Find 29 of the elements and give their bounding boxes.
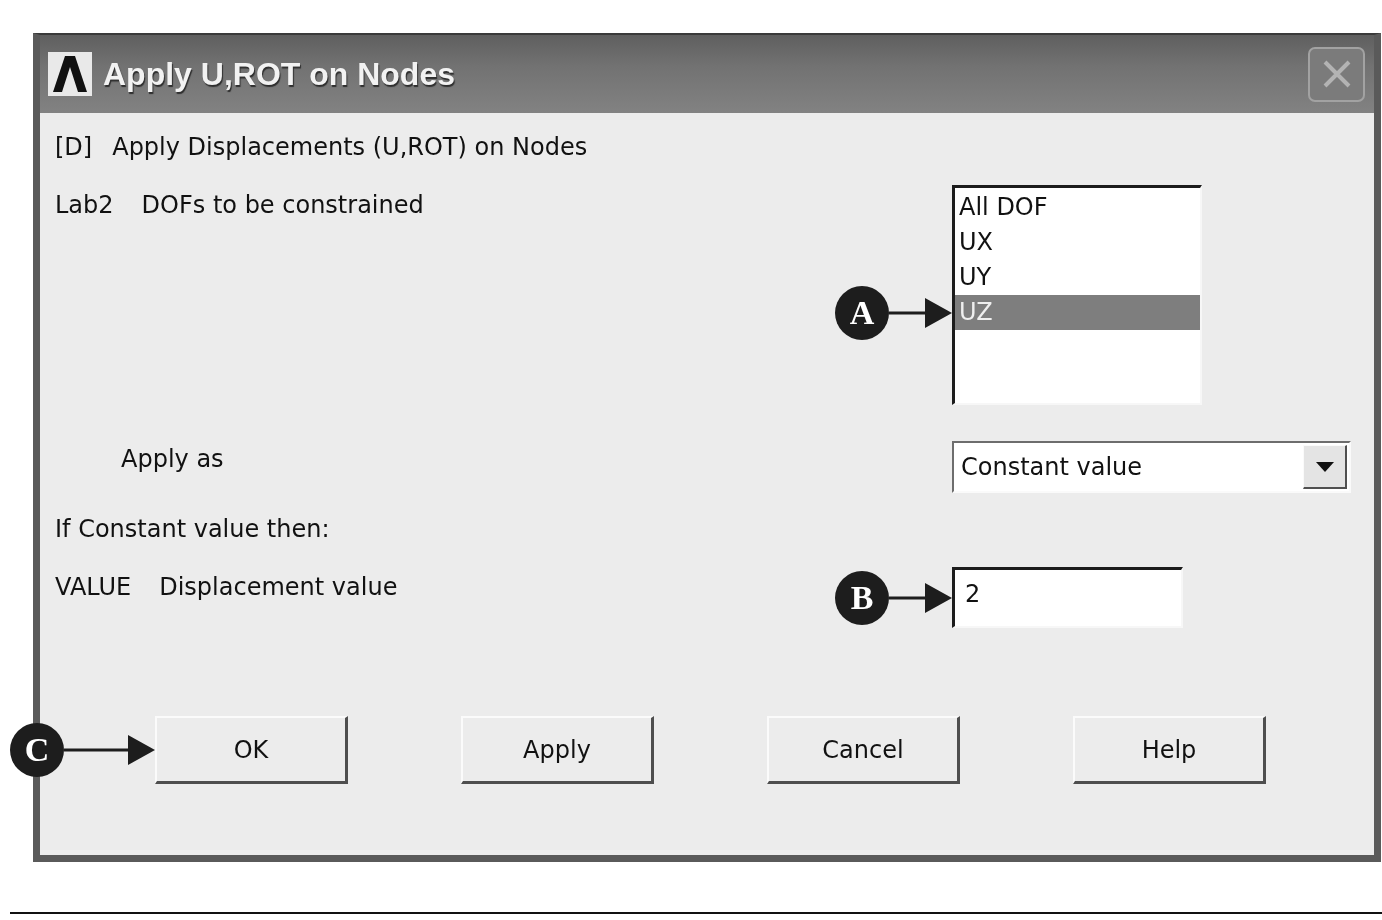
close-button[interactable] — [1308, 46, 1365, 102]
value-field[interactable]: 2 — [952, 567, 1183, 628]
logo-icon — [48, 52, 92, 96]
list-option[interactable]: UZ — [955, 295, 1200, 330]
dialog-button[interactable]: Help — [1073, 716, 1266, 784]
list-option[interactable]: All DOF — [955, 190, 1200, 225]
arrow-icon — [64, 734, 155, 766]
list-option[interactable]: UX — [955, 225, 1200, 260]
arrow-icon — [889, 581, 952, 614]
dropdown-arrow-button[interactable] — [1303, 445, 1347, 489]
list-option[interactable]: UY — [955, 260, 1200, 295]
field-label: Displacement value — [159, 572, 398, 603]
field-label: Apply as — [121, 444, 224, 475]
field-label: DOFs to be constrained — [141, 190, 424, 221]
dialog-button[interactable]: OK — [155, 716, 348, 784]
parameter-name: Lab2 — [55, 190, 114, 221]
dropdown[interactable]: Constant value — [952, 441, 1351, 493]
window-title: Apply U,ROT on Nodes — [103, 55, 456, 93]
note-text: If Constant value then: — [55, 514, 330, 545]
parameter-name: VALUE — [55, 572, 132, 603]
dialog-button[interactable]: Apply — [461, 716, 654, 784]
dialog-button[interactable]: Cancel — [767, 716, 960, 784]
dialog-heading: Apply Displacements (U,ROT) on Nodes — [112, 132, 588, 163]
dof-listbox[interactable]: All DOF UX UY UZ — [952, 185, 1202, 405]
close-icon — [1322, 60, 1351, 88]
arrow-icon — [889, 296, 952, 329]
caret-icon — [1315, 461, 1334, 472]
callout-marker: C — [10, 723, 64, 777]
command-tag: [D] — [55, 130, 93, 164]
